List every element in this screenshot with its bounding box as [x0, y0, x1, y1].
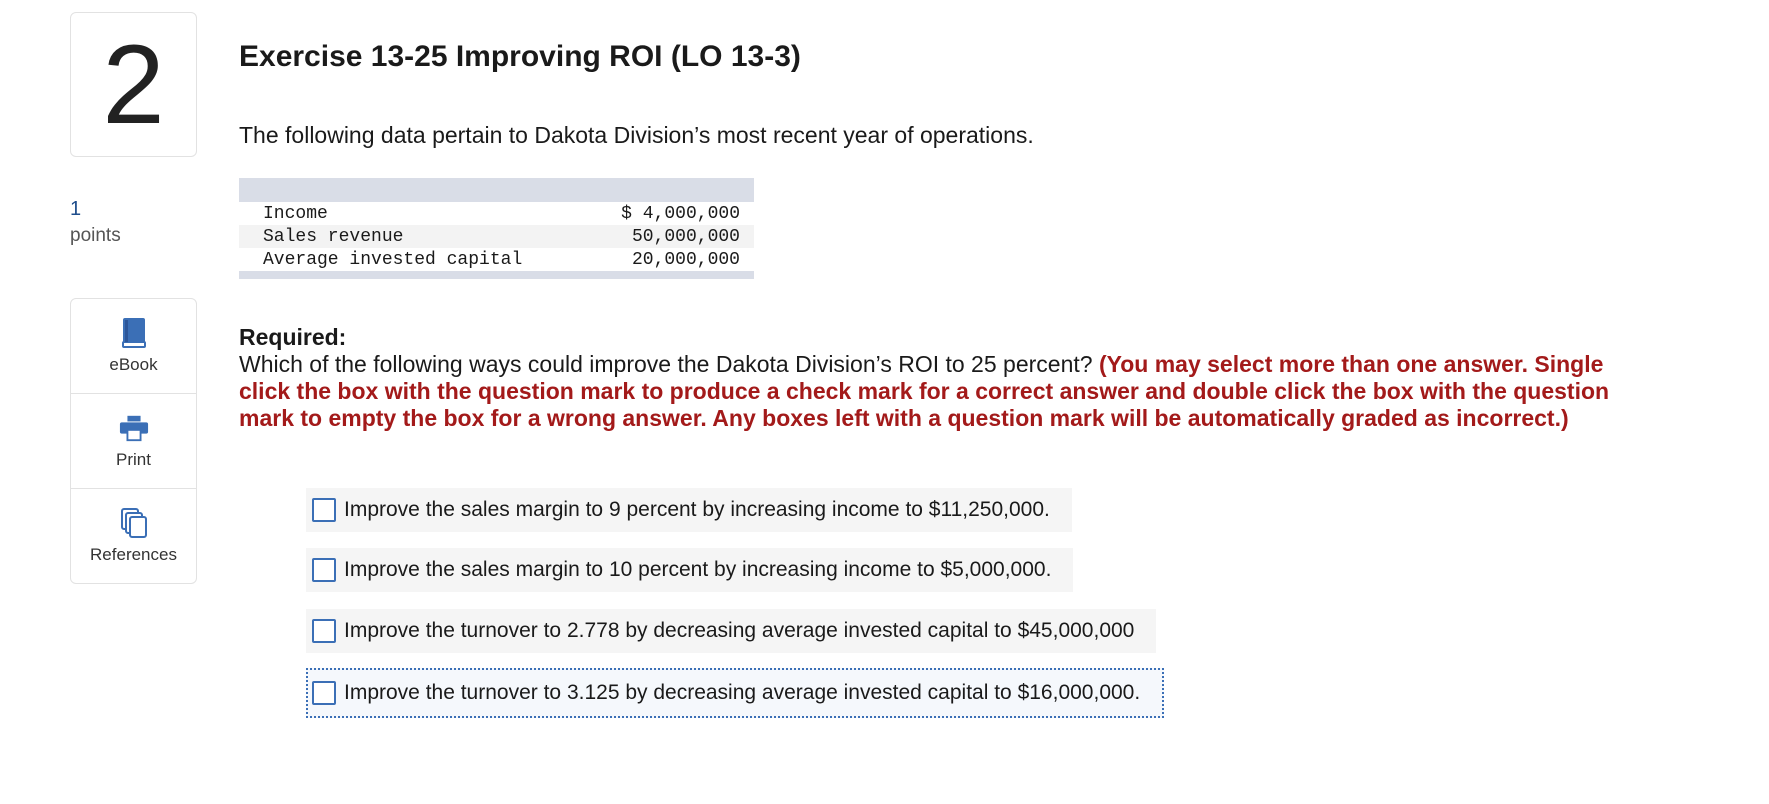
- table-row: Sales revenue 50,000,000: [239, 225, 754, 248]
- required-section: Required: Which of the following ways co…: [239, 324, 1659, 432]
- page: 2 1 points eBook Print References Exerci…: [0, 0, 1769, 804]
- table-row: Average invested capital 20,000,000: [239, 248, 754, 271]
- answer-option-4[interactable]: Improve the turnover to 3.125 by decreas…: [306, 668, 1165, 718]
- points-info: 1 points: [70, 198, 121, 247]
- table-footer-band: [239, 271, 754, 279]
- points-value: 1: [70, 198, 82, 220]
- print-button[interactable]: Print: [71, 394, 196, 489]
- ebook-label: eBook: [109, 355, 158, 374]
- required-heading: Required:: [239, 324, 347, 350]
- answer-checkbox[interactable]: [312, 619, 336, 643]
- data-table: Income $ 4,000,000 Sales revenue 50,000,…: [239, 178, 754, 279]
- answer-option-3[interactable]: Improve the turnover to 2.778 by decreas…: [306, 609, 1157, 653]
- answer-checkbox[interactable]: [312, 558, 336, 582]
- answer-text: Improve the sales margin to 10 percent b…: [344, 558, 1052, 581]
- exercise-title: Exercise 13-25 Improving ROI (LO 13-3): [239, 40, 801, 73]
- tools-panel: eBook Print References: [70, 298, 197, 584]
- documents-icon: [119, 507, 149, 539]
- print-label: Print: [116, 450, 151, 469]
- question-number: 2: [70, 12, 197, 157]
- answer-text: Improve the turnover to 2.778 by decreas…: [344, 619, 1135, 642]
- row-value: 20,000,000: [631, 249, 740, 270]
- references-label: References: [90, 545, 177, 564]
- printer-icon: [119, 412, 149, 444]
- row-label: Sales revenue: [263, 226, 404, 247]
- row-label: Income: [263, 203, 328, 224]
- table-row: Income $ 4,000,000: [239, 202, 754, 225]
- points-label: points: [70, 225, 121, 246]
- ebook-button[interactable]: eBook: [71, 299, 196, 394]
- answer-option-1[interactable]: Improve the sales margin to 9 percent by…: [306, 488, 1072, 532]
- row-value: 50,000,000: [631, 226, 740, 247]
- answer-text: Improve the turnover to 3.125 by decreas…: [344, 681, 1141, 704]
- table-header-band: [239, 178, 754, 202]
- answer-option-2[interactable]: Improve the sales margin to 10 percent b…: [306, 548, 1074, 592]
- required-question: Which of the following ways could improv…: [239, 351, 1093, 377]
- answer-text: Improve the sales margin to 9 percent by…: [344, 498, 1050, 521]
- book-icon: [119, 317, 149, 349]
- answer-checkbox[interactable]: [312, 681, 336, 705]
- row-label: Average invested capital: [263, 249, 523, 270]
- references-button[interactable]: References: [71, 489, 196, 583]
- row-value: $ 4,000,000: [621, 203, 740, 224]
- exercise-intro: The following data pertain to Dakota Div…: [239, 122, 1034, 148]
- answer-checkbox[interactable]: [312, 498, 336, 522]
